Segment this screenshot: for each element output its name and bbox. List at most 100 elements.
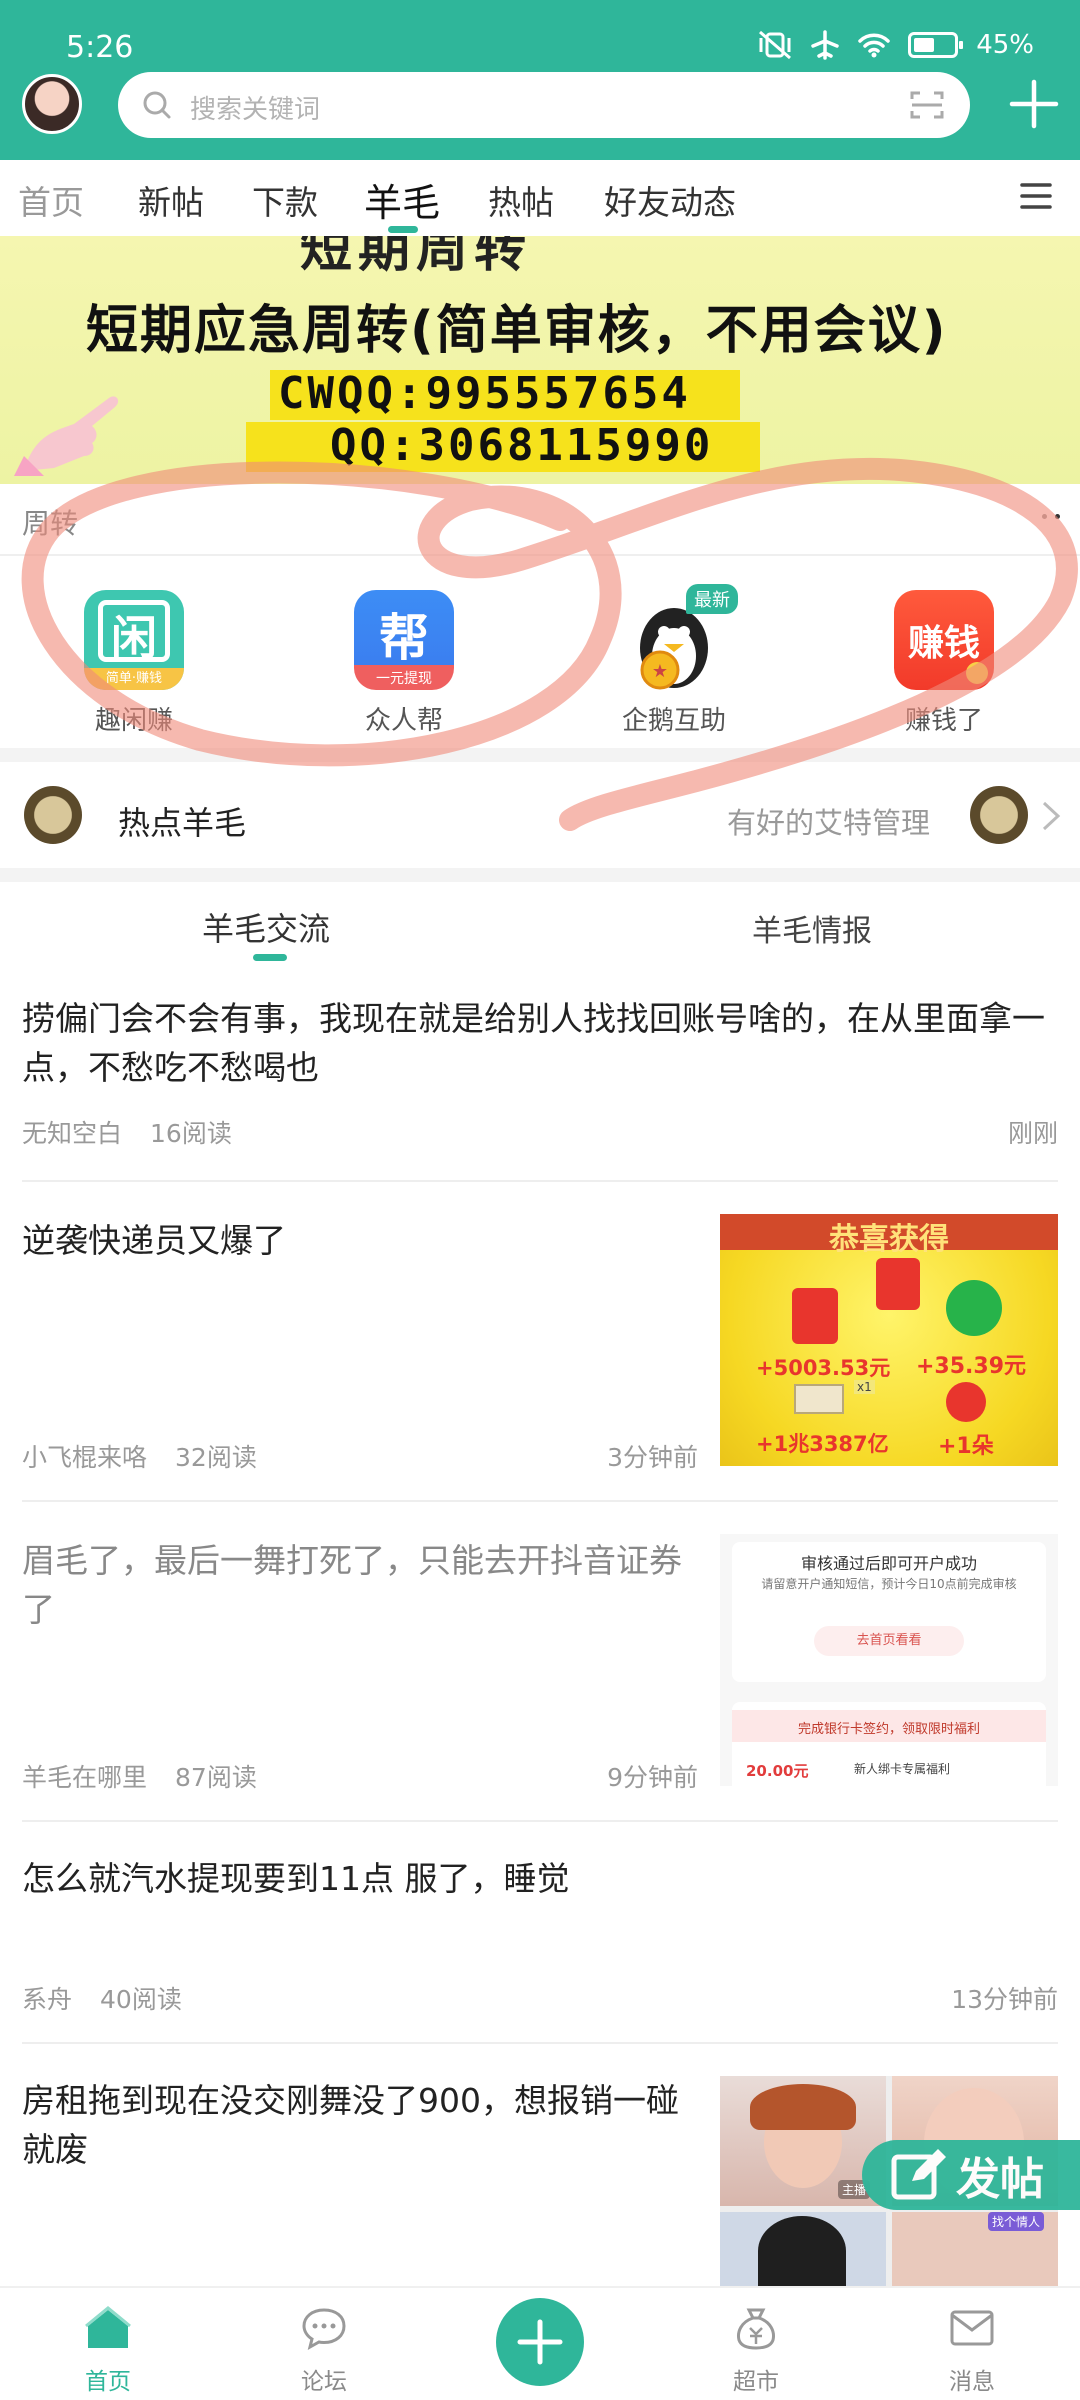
post-title: 怎么就汽水提现要到11点 服了，睡觉 [22, 1859, 570, 1898]
banner-caption: 周转 [0, 484, 1080, 556]
hot-wool-row[interactable]: 热点羊毛 有好的艾特管理 [0, 762, 1080, 868]
tab-hot-posts[interactable]: 热帖 [488, 176, 554, 224]
banner-caption-text: 周转 [22, 507, 79, 540]
quxianzhuan-icon: 闲 简单·赚钱 [84, 590, 184, 690]
edit-icon [891, 2149, 946, 2200]
post-reads: 87阅读 [175, 1763, 257, 1792]
app-label: 赚钱了 [904, 706, 983, 736]
airplane-icon [811, 30, 839, 60]
post-meta: 无知空白 16阅读 [22, 1114, 232, 1150]
post-meta: 小飞棍来咯 32阅读 [22, 1438, 257, 1474]
center-add-button[interactable] [496, 2298, 584, 2386]
post-time: 3分钟前 [607, 1443, 698, 1472]
post-time: 刚刚 [1007, 1119, 1058, 1148]
status-time: 5:26 [66, 30, 134, 65]
subtab-underline [253, 954, 287, 961]
new-post-label: 发帖 [956, 2154, 1044, 2205]
zhuanqianle-icon: 赚钱 [894, 590, 994, 690]
app-label: 企鹅互助 [621, 706, 726, 736]
nav-home[interactable]: 首页 [48, 2306, 168, 2396]
tab-wool-intel[interactable]: 羊毛情报 [752, 906, 872, 950]
section-divider [0, 748, 1080, 762]
post-meta: 系舟 40阅读 [22, 1980, 182, 2016]
penguin-icon: ★ 最新 [624, 584, 738, 690]
post-title: 房租拖到现在没交刚舞没了900，想报销一碰就废 [22, 2081, 679, 2169]
chat-bubble-icon [302, 2308, 346, 2350]
channel-tabs: 首页 新帖 下款 羊毛 热帖 好友动态 [0, 160, 1080, 236]
pointing-hand-icon [14, 396, 119, 476]
post-thumbnail: 恭喜获得 +5003.53元 +35.39元 x1 +1兆3387亿 +1朵 [720, 1214, 1058, 1466]
home-icon [85, 2306, 131, 2348]
mute-vibrate-icon [759, 30, 792, 60]
post-author: 羊毛在哪里 [22, 1763, 148, 1792]
avatar[interactable] [22, 74, 82, 134]
post-author: 无知空白 [22, 1119, 123, 1148]
banner-top-text: 短期周转 [300, 236, 533, 279]
hot-title: 热点羊毛 [118, 804, 247, 842]
plus-icon [517, 2319, 563, 2365]
search-icon [143, 91, 171, 119]
banner-contact-1: CWQQ:995557654 [278, 368, 691, 419]
nav-label: 消息 [949, 2369, 995, 2395]
tab-new-posts[interactable]: 新帖 [138, 176, 204, 224]
tab-wool-exchange[interactable]: 羊毛交流 [202, 904, 330, 950]
app-zhuanqianle[interactable]: 赚钱 赚钱了 [844, 590, 1044, 737]
post-item[interactable]: 捞偏门会不会有事，我现在就是给别人找找回账号啥的，在从里面拿一点，不愁吃不愁喝也… [22, 982, 1058, 1182]
chevron-right-icon [1042, 801, 1061, 831]
app-header: 5:26 45% 搜索关键词 [0, 0, 1080, 160]
coin-icon [24, 786, 82, 844]
scan-icon[interactable] [910, 90, 944, 120]
nav-messages[interactable]: 消息 [912, 2306, 1032, 2396]
nav-market[interactable]: 超市 [696, 2306, 816, 2396]
post-title: 捞偏门会不会有事，我现在就是给别人找找回账号啥的，在从里面拿一点，不愁吃不愁喝也 [22, 999, 1045, 1087]
post-reads: 16阅读 [150, 1119, 232, 1148]
post-author: 小飞棍来咯 [22, 1443, 148, 1472]
app-shortcuts: 闲 简单·赚钱 趣闲赚 帮 一元提现 众人帮 ★ 最新 企鹅互助 赚钱 赚钱了 [0, 558, 1080, 748]
post-item[interactable]: 眉毛了，最后一舞打死了，只能去开抖音证券了 羊毛在哪里 87阅读 9分钟前 审核通… [22, 1502, 1058, 1822]
post-time: 9分钟前 [607, 1763, 698, 1792]
nav-label: 超市 [733, 2369, 779, 2395]
post-thumbnail: 审核通过后即可开户成功 请留意开户通知短信，预计今日10点前完成审核 去首页看看… [720, 1534, 1058, 1786]
coin-icon [970, 786, 1028, 844]
nav-forum[interactable]: 论坛 [264, 2306, 384, 2396]
section-divider [0, 868, 1080, 882]
add-icon[interactable] [1008, 78, 1060, 130]
tab-underline [388, 226, 418, 233]
post-item[interactable]: 逆袭快递员又爆了 小飞棍来咯 32阅读 3分钟前 恭喜获得 +5003.53元 +… [22, 1182, 1058, 1502]
search-placeholder: 搜索关键词 [190, 95, 321, 125]
menu-icon[interactable] [1020, 182, 1052, 210]
banner-headline: 短期应急周转(简单审核，不用会议) [86, 301, 948, 361]
post-meta: 羊毛在哪里 87阅读 [22, 1758, 257, 1794]
tab-friend-activity[interactable]: 好友动态 [604, 176, 736, 224]
new-badge: 最新 [686, 584, 738, 614]
hot-admin-text: 有好的艾特管理 [726, 806, 930, 840]
tab-wool[interactable]: 羊毛 [364, 172, 440, 227]
post-reads: 40阅读 [100, 1985, 182, 2014]
svg-text:★: ★ [652, 661, 668, 682]
post-reads: 32阅读 [175, 1443, 257, 1472]
nav-label: 首页 [85, 2369, 131, 2395]
battery-icon [908, 32, 964, 58]
ad-banner[interactable]: 短期周转 短期应急周转(简单审核，不用会议) CWQQ:995557654 QQ… [0, 236, 1080, 484]
app-qie-huzhu[interactable]: ★ 最新 企鹅互助 [574, 584, 774, 737]
post-item[interactable]: 怎么就汽水提现要到11点 服了，睡觉 系舟 40阅读 13分钟前 [22, 1822, 1058, 2044]
post-title: 眉毛了，最后一舞打死了，只能去开抖音证券了 [22, 1541, 682, 1629]
tab-loans[interactable]: 下款 [252, 176, 318, 224]
app-zhongrenbang[interactable]: 帮 一元提现 众人帮 [304, 590, 504, 737]
banner-contact-2: QQ:3068115990 [330, 420, 714, 471]
mail-icon [950, 2310, 994, 2346]
nav-label: 论坛 [301, 2369, 347, 2395]
battery-percent: 45% [976, 30, 1034, 60]
zhongrenbang-icon: 帮 一元提现 [354, 590, 454, 690]
wifi-icon [858, 33, 890, 58]
post-time: 13分钟前 [951, 1985, 1058, 2014]
new-post-button[interactable]: 发帖 [862, 2140, 1080, 2210]
post-author: 系舟 [22, 1985, 73, 2014]
status-icons: 45% [758, 30, 1034, 60]
money-bag-icon [737, 2308, 775, 2350]
app-quxianzhuan[interactable]: 闲 简单·赚钱 趣闲赚 [34, 590, 234, 737]
app-label: 众人帮 [364, 706, 443, 736]
tab-home[interactable]: 首页 [18, 176, 84, 224]
app-label: 趣闲赚 [94, 706, 173, 736]
search-bar[interactable]: 搜索关键词 [118, 72, 970, 138]
